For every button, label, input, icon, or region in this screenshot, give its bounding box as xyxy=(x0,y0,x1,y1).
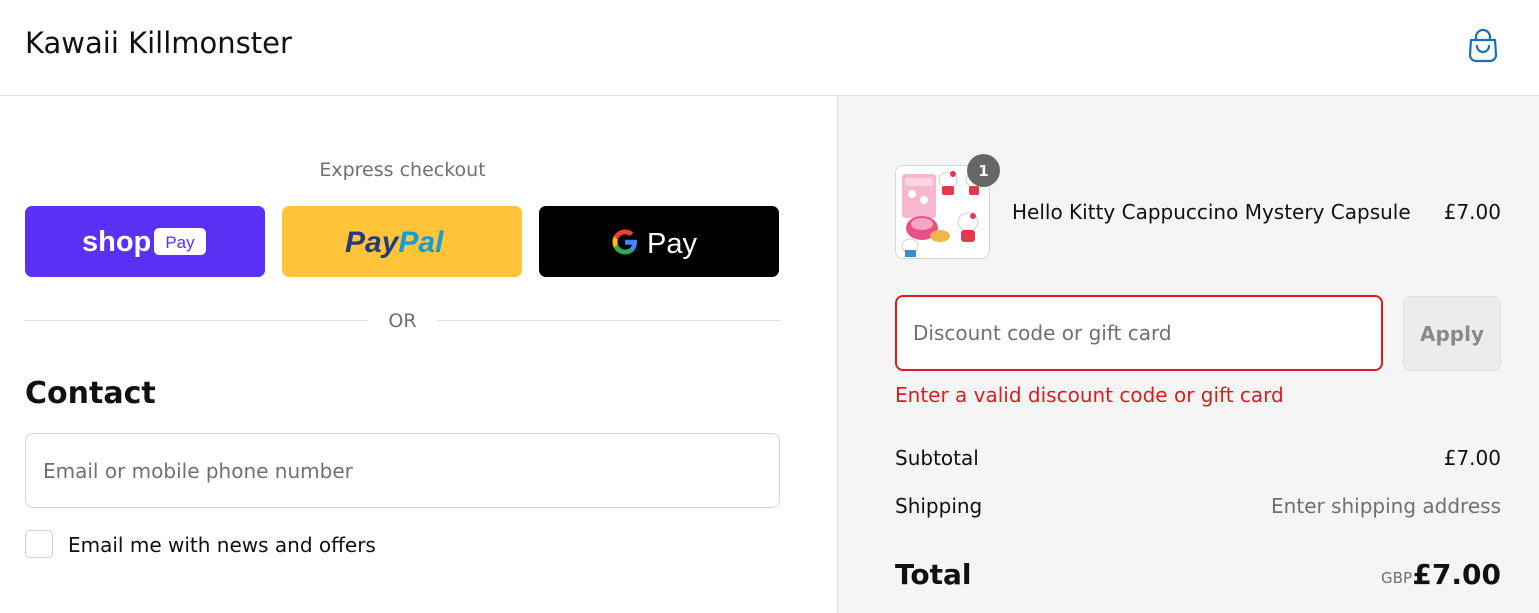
subtotal-label: Subtotal xyxy=(895,446,979,470)
discount-error-message: Enter a valid discount code or gift card xyxy=(895,383,1284,407)
total-currency: GBP xyxy=(1381,569,1412,587)
total-value: £7.00 xyxy=(1412,558,1501,591)
or-line-right xyxy=(437,320,780,321)
express-checkout-label: Express checkout xyxy=(319,159,486,181)
or-label: OR xyxy=(388,310,417,332)
product-price: £7.00 xyxy=(1443,200,1501,224)
shop-pay-word: shop xyxy=(82,226,151,258)
shipping-value: Enter shipping address xyxy=(1271,494,1501,518)
paypal-word-pay: Pay xyxy=(345,226,400,259)
shipping-label: Shipping xyxy=(895,494,983,518)
subtotal-value: £7.00 xyxy=(1443,446,1501,470)
paypal-logo: PayPal xyxy=(345,226,444,259)
shop-pay-button[interactable]: shop Pay xyxy=(25,206,265,277)
total-label: Total xyxy=(895,558,972,591)
contact-heading: Contact xyxy=(25,376,156,411)
google-pay-logo: Pay xyxy=(612,228,697,260)
paypal-button[interactable]: PayPal xyxy=(282,206,522,277)
or-separator: OR xyxy=(25,310,780,332)
discount-code-input[interactable] xyxy=(895,295,1383,371)
product-name: Hello Kitty Cappuccino Mystery Capsule xyxy=(1012,200,1411,224)
newsletter-checkbox[interactable] xyxy=(25,530,53,558)
order-summary: 1 Hello Kitty Cappuccino Mystery Capsule… xyxy=(838,96,1539,613)
paypal-word-pal: Pal xyxy=(398,226,444,259)
google-pay-button[interactable]: Pay xyxy=(539,206,779,277)
quantity-badge: 1 xyxy=(967,154,1000,187)
checkout-main: Express checkout shop Pay PayPal Pay OR xyxy=(0,96,838,613)
svg-text:PayPal: PayPal xyxy=(345,226,444,259)
shop-pay-logo: shop Pay xyxy=(82,226,206,258)
newsletter-label[interactable]: Email me with news and offers xyxy=(68,533,376,557)
google-pay-word: Pay xyxy=(647,228,697,260)
site-header: Kawaii Killmonster xyxy=(0,0,1539,96)
google-g-icon xyxy=(612,229,637,254)
email-field[interactable] xyxy=(25,433,780,508)
apply-discount-button[interactable]: Apply xyxy=(1403,296,1501,371)
shopping-bag-icon[interactable] xyxy=(1465,28,1501,64)
shop-pay-badge: Pay xyxy=(165,233,195,252)
store-name[interactable]: Kawaii Killmonster xyxy=(25,26,292,60)
